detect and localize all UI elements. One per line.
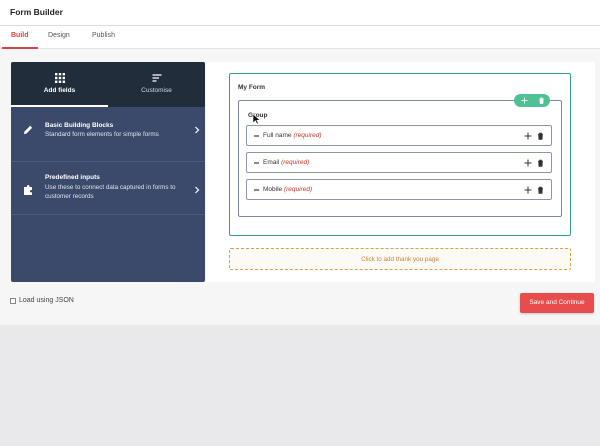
chevron-right-icon	[195, 126, 200, 134]
field-label: Mobile (required)	[263, 186, 313, 193]
pencil-icon	[24, 125, 33, 134]
move-icon[interactable]	[524, 159, 532, 167]
move-icon[interactable]	[524, 186, 532, 194]
field-label: Full name (required)	[263, 132, 322, 139]
field-email[interactable]: Email (required)	[246, 152, 552, 173]
thank-you-label: Click to add thank you page	[361, 256, 439, 263]
sidebar-tab-add-fields[interactable]: Add fields	[11, 62, 108, 107]
trash-icon[interactable]	[537, 159, 544, 167]
fields-sidebar: Add fields Customise Basic Building Bloc…	[11, 62, 205, 282]
form-title: My Form	[238, 84, 266, 91]
sidebar-tab-label: Customise	[141, 87, 172, 94]
sidebar-tab-customise[interactable]: Customise	[108, 62, 205, 107]
sidebar-item-description: Use these to connect data captured in fo…	[45, 184, 176, 200]
sidebar-item-title: Basic Building Blocks	[45, 122, 114, 129]
tab-design[interactable]: Design	[48, 32, 70, 39]
chevron-right-icon	[195, 186, 200, 194]
field-mobile[interactable]: Mobile (required)	[246, 179, 552, 200]
tab-publish[interactable]: Publish	[92, 32, 115, 39]
trash-icon[interactable]	[537, 186, 544, 194]
trash-icon[interactable]	[537, 132, 544, 140]
drag-handle-icon[interactable]	[254, 189, 259, 191]
grid-icon	[55, 73, 65, 83]
sidebar-item-basic-building-blocks[interactable]: Basic Building Blocks Standard form elem…	[11, 110, 205, 162]
app-title: Form Builder	[10, 7, 63, 17]
field-label: Email (required)	[263, 159, 310, 166]
sliders-icon	[152, 74, 162, 82]
move-icon[interactable]	[524, 132, 532, 140]
main-tabs: Build Design Publish	[0, 26, 600, 49]
sidebar-item-title: Predefined inputs	[45, 174, 100, 181]
group-toolbar	[514, 94, 550, 107]
puzzle-icon	[24, 185, 32, 195]
checkbox-label: Load using JSON	[19, 297, 74, 304]
add-thank-you-page[interactable]: Click to add thank you page	[229, 248, 571, 270]
move-icon[interactable]	[521, 97, 528, 104]
sidebar-item-predefined-inputs[interactable]: Predefined inputs Use these to connect d…	[11, 163, 205, 215]
sidebar-tab-label: Add fields	[43, 87, 76, 94]
save-and-continue-button[interactable]: Save and Continue	[520, 293, 594, 313]
trash-icon[interactable]	[538, 97, 545, 104]
drag-handle-icon[interactable]	[254, 135, 259, 137]
field-full-name[interactable]: Full name (required)	[246, 125, 552, 146]
sidebar-tabs: Add fields Customise	[11, 62, 205, 107]
checkbox-box[interactable]	[10, 298, 16, 304]
top-bar: Form Builder	[0, 0, 600, 26]
tab-build[interactable]: Build	[11, 32, 29, 39]
sidebar-tab-indicator	[11, 105, 108, 107]
mouse-pointer-icon	[252, 113, 261, 125]
drag-handle-icon[interactable]	[254, 162, 259, 164]
sidebar-item-description: Standard form elements for simple forms	[45, 131, 159, 138]
